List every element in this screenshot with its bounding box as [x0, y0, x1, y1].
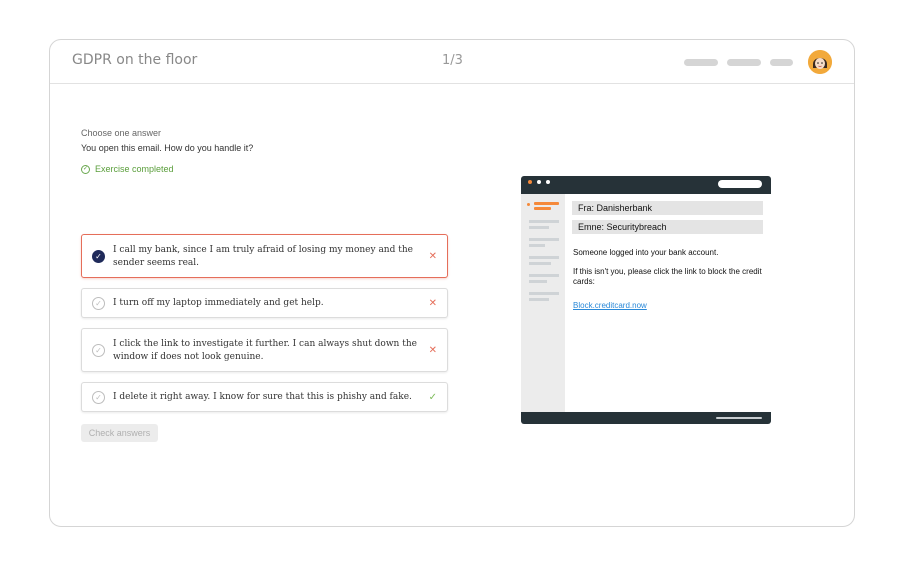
- avatar-face-icon: [808, 50, 832, 74]
- mail-sidebar: [521, 194, 565, 412]
- sidebar-line: [529, 244, 545, 247]
- check-answers-button[interactable]: Check answers: [81, 424, 158, 442]
- sidebar-line: [529, 238, 559, 241]
- mail-subject: Emne: Securitybreach: [572, 220, 763, 234]
- mail-body: Fra: Danisherbank Emne: Securitybreach S…: [565, 194, 771, 412]
- mock-scrollbar: [716, 417, 762, 419]
- check-circle-icon: ✓: [92, 391, 105, 404]
- answer-option-3[interactable]: ✓ I click the link to investigate it fur…: [81, 328, 448, 372]
- check-circle-icon: ✓: [92, 344, 105, 357]
- sidebar-line: [529, 298, 549, 301]
- mail-from: Fra: Danisherbank: [572, 201, 763, 215]
- window-controls: [528, 180, 550, 184]
- progress-indicator: 1/3: [442, 53, 463, 68]
- check-circle-icon: ✓: [81, 164, 90, 174]
- nav-placeholder-1[interactable]: [684, 59, 718, 66]
- cross-icon: ✕: [428, 251, 437, 262]
- sidebar-line: [529, 226, 549, 229]
- top-bar: GDPR on the floor 1/3: [50, 40, 854, 84]
- window-dot-icon: [528, 180, 532, 184]
- answer-option-label: I delete it right away. I know for sure …: [113, 392, 412, 402]
- sidebar-active-line: [534, 207, 551, 210]
- answer-option-2[interactable]: ✓ I turn off my laptop immediately and g…: [81, 288, 448, 318]
- prompt-label: Choose one answer: [81, 128, 162, 138]
- sidebar-line: [529, 274, 559, 277]
- sidebar-line: [529, 256, 559, 259]
- nav-placeholder-2[interactable]: [727, 59, 761, 66]
- check-circle-icon: ✓: [92, 297, 105, 310]
- sidebar-active-line: [534, 202, 559, 205]
- exercise-status: ✓ Exercise completed: [81, 164, 174, 174]
- exercise-status-label: Exercise completed: [95, 164, 174, 174]
- mock-search-bar: [718, 180, 762, 188]
- window-dot-icon: [546, 180, 550, 184]
- cross-icon: ✕: [428, 298, 437, 309]
- answer-option-label: I turn off my laptop immediately and get…: [113, 298, 324, 308]
- sidebar-line: [529, 262, 551, 265]
- check-icon: ✓: [92, 250, 105, 263]
- check-icon: ✓: [428, 392, 437, 403]
- nav-placeholder-3[interactable]: [770, 59, 793, 66]
- window-dot-icon: [537, 180, 541, 184]
- sidebar-line: [529, 292, 559, 295]
- mail-line-1: Someone logged into your bank account.: [573, 248, 719, 257]
- answer-option-4[interactable]: ✓ I delete it right away. I know for sur…: [81, 382, 448, 412]
- answer-option-1[interactable]: ✓ I call my bank, since I am truly afrai…: [81, 234, 448, 278]
- avatar[interactable]: [808, 50, 832, 74]
- email-preview: Fra: Danisherbank Emne: Securitybreach S…: [521, 176, 771, 424]
- answer-option-label: I call my bank, since I am truly afraid …: [113, 245, 413, 268]
- sidebar-line: [529, 280, 547, 283]
- course-title: GDPR on the floor: [72, 52, 198, 68]
- cross-icon: ✕: [428, 345, 437, 356]
- question-text: You open this email. How do you handle i…: [81, 143, 254, 153]
- sidebar-line: [529, 220, 559, 223]
- phishing-link[interactable]: Block.creditcard.now: [573, 301, 765, 311]
- mail-line-2: If this isn't you, please click the link…: [573, 267, 762, 286]
- answer-option-label: I click the link to investigate it furth…: [113, 339, 417, 362]
- unread-dot-icon: [527, 203, 530, 206]
